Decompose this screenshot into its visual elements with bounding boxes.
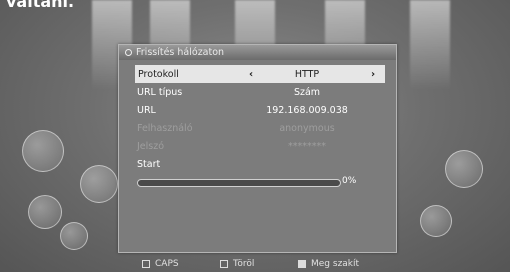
cancel-button[interactable]: Meg szakít [298, 259, 359, 269]
square-icon [298, 260, 306, 268]
start-label: Start [137, 158, 161, 170]
progress-bar [137, 179, 341, 187]
progress-row: 0% [119, 176, 396, 190]
url-type-value: Szám [293, 86, 321, 98]
url-type-row[interactable]: URL típus Szám [119, 83, 396, 101]
protocol-value: HTTP [294, 68, 320, 80]
network-update-dialog: Frissítés hálózaton Protokoll ‹ HTTP › U… [118, 44, 397, 253]
caption-text: váltani. [6, 0, 75, 11]
caps-button[interactable]: CAPS [142, 259, 179, 269]
delete-label: Töröl [233, 259, 255, 269]
start-row[interactable]: Start [119, 155, 396, 173]
protocol-row[interactable]: Protokoll ‹ HTTP › [135, 65, 385, 83]
url-label: URL [137, 104, 156, 116]
password-label: Jelszó [137, 140, 165, 152]
circle-icon [125, 49, 132, 56]
square-icon [142, 260, 150, 268]
bubble-decoration [445, 150, 483, 188]
username-row: Felhasználó anonymous [119, 119, 396, 137]
cancel-label: Meg szakít [311, 259, 360, 269]
progress-percent: 0% [342, 176, 357, 186]
chevron-right-icon[interactable]: › [371, 69, 375, 80]
screen: váltani. Frissítés hálózaton Protokoll ‹… [0, 0, 510, 272]
protocol-label: Protokoll [138, 68, 179, 80]
bubble-decoration [28, 195, 62, 229]
bubble-decoration [80, 165, 118, 203]
bubble-decoration [420, 205, 452, 237]
light-beam-decoration [410, 0, 450, 90]
bubble-decoration [22, 130, 64, 172]
url-value: 192.168.009.038 [266, 104, 348, 116]
footer-bar: CAPS Töröl Meg szakít [0, 256, 510, 272]
url-type-label: URL típus [137, 86, 183, 98]
delete-button[interactable]: Töröl [220, 259, 254, 269]
username-value: anonymous [279, 122, 335, 134]
dialog-title: Frissítés hálózaton [136, 47, 225, 58]
url-row[interactable]: URL 192.168.009.038 [119, 101, 396, 119]
square-icon [220, 260, 228, 268]
password-value: ******** [288, 140, 326, 152]
caps-label: CAPS [155, 259, 179, 269]
dialog-header: Frissítés hálózaton [119, 45, 396, 60]
password-row: Jelszó ******** [119, 137, 396, 155]
bubble-decoration [60, 222, 88, 250]
username-label: Felhasználó [137, 122, 193, 134]
